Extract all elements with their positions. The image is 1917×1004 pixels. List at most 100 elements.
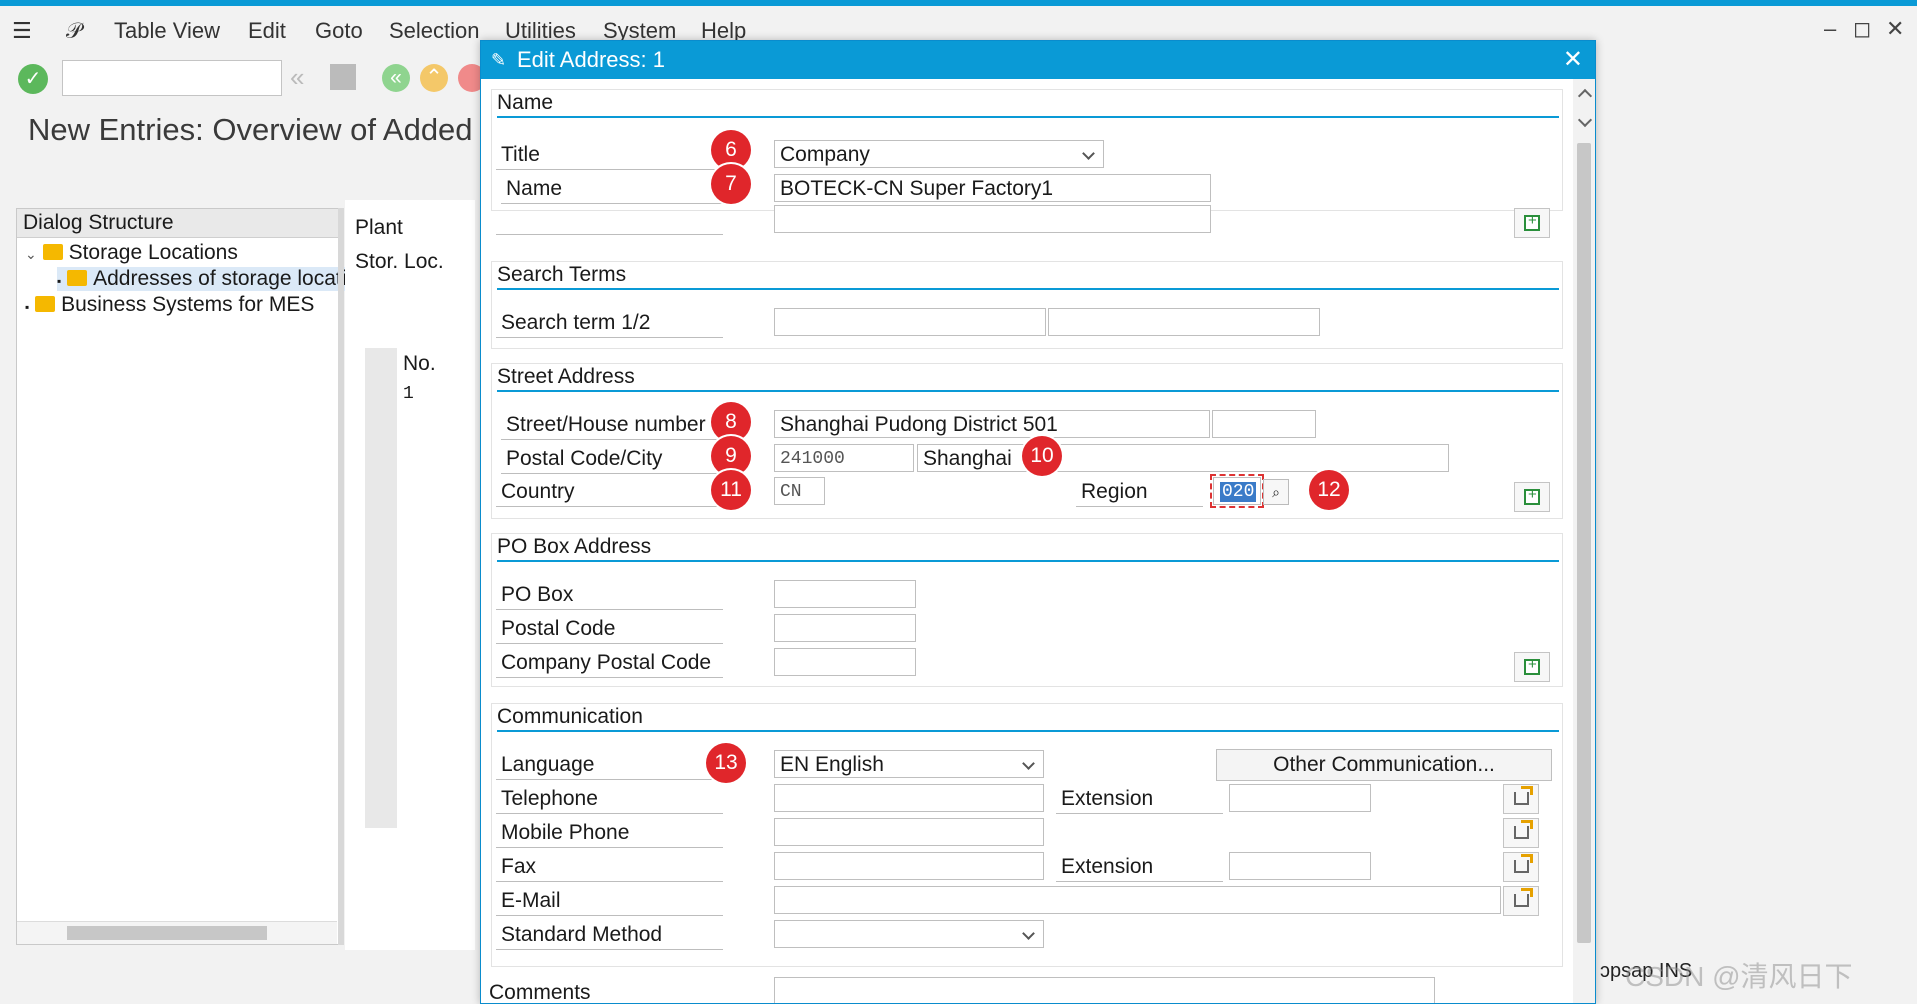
- add-icon: [1524, 486, 1540, 505]
- step-badge: 7: [711, 164, 751, 204]
- open-folder-icon: [67, 270, 88, 286]
- open-icon: [1514, 888, 1533, 907]
- name2-label: [496, 206, 723, 235]
- row-selector-column[interactable]: [365, 348, 397, 828]
- other-communication-button[interactable]: Other Communication...: [1216, 749, 1552, 781]
- scroll-down-icon[interactable]: [1577, 112, 1593, 128]
- pobox-label: PO Box: [496, 581, 723, 610]
- step-badge: 13: [706, 743, 746, 783]
- maximize-icon[interactable]: ◻: [1853, 16, 1871, 42]
- edit-address-dialog: ✎ Edit Address: 1 ✕ Name Title Company N…: [480, 40, 1596, 1004]
- expand-pobox-button[interactable]: [1514, 652, 1550, 682]
- postal-code-field[interactable]: 241000: [774, 444, 914, 472]
- tree-item-business-systems[interactable]: ▪ Business Systems for MES: [25, 293, 314, 317]
- scroll-up-icon[interactable]: [1577, 88, 1593, 104]
- section-title-pobox: PO Box Address: [497, 535, 652, 558]
- up-icon[interactable]: ⌃: [420, 64, 448, 92]
- name-field[interactable]: BOTECK-CN Super Factory1: [774, 174, 1211, 202]
- section-title-street: Street Address: [497, 365, 635, 388]
- search-term2-field[interactable]: [1048, 308, 1320, 336]
- extension-field[interactable]: [1229, 784, 1371, 812]
- open-icon: [1514, 854, 1533, 873]
- comments-field[interactable]: [774, 977, 1435, 1003]
- dialog-structure-header: Dialog Structure: [17, 209, 341, 238]
- title-select[interactable]: Company: [774, 140, 1104, 168]
- menu-goto[interactable]: Goto: [315, 18, 363, 44]
- horizontal-scrollbar[interactable]: [17, 921, 337, 944]
- pobox-postal-label: Postal Code: [496, 615, 723, 644]
- dialog-body: Name Title Company Name BOTECK-CN Super …: [481, 79, 1571, 1003]
- company-postal-field[interactable]: [774, 648, 916, 676]
- close-icon[interactable]: ✕: [1563, 41, 1583, 79]
- folder-icon: [35, 296, 56, 312]
- section-divider: [497, 560, 1559, 562]
- language-select[interactable]: EN English: [774, 750, 1044, 778]
- transaction-icon[interactable]: 𝒫: [66, 18, 82, 44]
- street-field[interactable]: Shanghai Pudong District 501: [774, 410, 1210, 438]
- tree-item-addresses[interactable]: ▪ Addresses of storage locati: [57, 267, 351, 291]
- mobile-field[interactable]: [774, 818, 1044, 846]
- edit-icon: ✎: [491, 50, 507, 70]
- expand-name-button[interactable]: [1514, 208, 1550, 238]
- fax-field[interactable]: [774, 852, 1044, 880]
- menu-icon[interactable]: ☰: [12, 18, 32, 44]
- open-icon: [1514, 820, 1533, 839]
- telephone-more-button[interactable]: [1503, 784, 1539, 814]
- email-more-button[interactable]: [1503, 886, 1539, 916]
- dialog-titlebar: ✎ Edit Address: 1 ✕: [481, 41, 1595, 79]
- mobile-label: Mobile Phone: [496, 819, 723, 848]
- section-title-search: Search Terms: [497, 263, 627, 286]
- folder-icon: [42, 244, 63, 260]
- back-icon[interactable]: «: [290, 62, 304, 93]
- postal-city-label: Postal Code/City: [501, 445, 723, 474]
- storloc-label: Stor. Loc.: [355, 250, 444, 273]
- pobox-field[interactable]: [774, 580, 916, 608]
- name2-field[interactable]: [774, 205, 1211, 233]
- menu-edit[interactable]: Edit: [248, 18, 286, 44]
- fax-more-button[interactable]: [1503, 852, 1539, 882]
- section-divider: [497, 288, 1559, 290]
- confirm-icon[interactable]: ✓: [18, 64, 48, 94]
- menu-table-view[interactable]: Table View: [114, 18, 220, 44]
- main-panel: Plant Stor. Loc. No. 1: [345, 200, 475, 950]
- save-icon[interactable]: [330, 64, 356, 90]
- minimize-icon[interactable]: –: [1824, 16, 1836, 42]
- country-field[interactable]: CN: [774, 477, 825, 505]
- step-badge: 11: [711, 470, 751, 510]
- house-number-field[interactable]: [1212, 410, 1316, 438]
- command-field[interactable]: [62, 60, 282, 96]
- search-term-label: Search term 1/2: [496, 309, 723, 338]
- city-field[interactable]: Shanghai: [917, 444, 1449, 472]
- mobile-more-button[interactable]: [1503, 818, 1539, 848]
- search-term1-field[interactable]: [774, 308, 1046, 336]
- tree-item-storage-locations[interactable]: ⌄ Storage Locations: [25, 241, 238, 265]
- table-row[interactable]: 1: [403, 384, 414, 404]
- section-divider: [497, 730, 1559, 732]
- close-window-icon[interactable]: ✕: [1886, 16, 1904, 42]
- add-icon: [1524, 656, 1540, 675]
- standard-method-select[interactable]: [774, 920, 1044, 948]
- expand-street-button[interactable]: [1514, 482, 1550, 512]
- vertical-scrollbar[interactable]: [1573, 79, 1595, 1003]
- region-field[interactable]: 020: [1210, 474, 1264, 508]
- dialog-title: Edit Address: 1: [517, 47, 665, 72]
- watermark: CSDN @清风日下: [1625, 961, 1853, 992]
- section-title-name: Name: [497, 91, 554, 114]
- street-label: Street/House number: [501, 411, 723, 440]
- search-help-icon[interactable]: ⌕: [1263, 479, 1289, 505]
- exit-icon[interactable]: «: [382, 64, 410, 92]
- menu-selection[interactable]: Selection: [389, 18, 480, 44]
- step-badge: 12: [1309, 470, 1349, 510]
- section-divider: [497, 390, 1559, 392]
- email-field[interactable]: [774, 886, 1501, 914]
- plant-label: Plant: [355, 216, 403, 239]
- fax-label: Fax: [496, 853, 723, 882]
- scrollbar-thumb[interactable]: [1577, 143, 1591, 943]
- pobox-postal-field[interactable]: [774, 614, 916, 642]
- fax-extension-field[interactable]: [1229, 852, 1371, 880]
- open-icon: [1514, 786, 1533, 805]
- telephone-field[interactable]: [774, 784, 1044, 812]
- fax-extension-label: Extension: [1056, 853, 1223, 882]
- region-label: Region: [1076, 478, 1203, 507]
- splitter[interactable]: [338, 208, 344, 945]
